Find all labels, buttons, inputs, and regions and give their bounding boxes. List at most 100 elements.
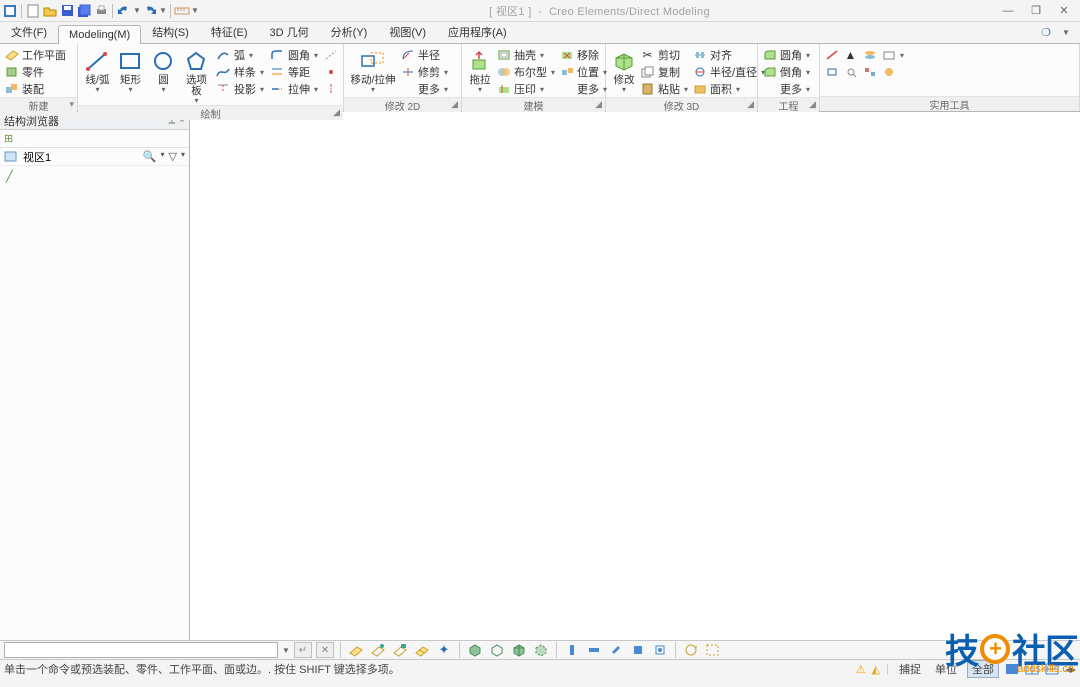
tab-analysis[interactable]: 分析(Y) — [320, 20, 379, 43]
shell-button[interactable]: 抽壳▾ — [496, 47, 555, 63]
move-stretch-button[interactable]: 移动/拉伸▾ — [348, 46, 398, 94]
util-tool6-icon[interactable] — [881, 64, 904, 80]
axis-center-icon[interactable] — [651, 641, 669, 659]
util-tool1-icon[interactable] — [824, 47, 839, 63]
new-workplane-button[interactable]: 工作平面 — [4, 47, 66, 63]
modify3d-button[interactable]: 修改▾ — [610, 46, 638, 94]
more2d-button[interactable]: 更多▾ — [400, 81, 448, 97]
new-icon[interactable] — [25, 3, 41, 19]
util-misc-icon[interactable] — [862, 64, 877, 80]
expand-icon[interactable]: ◢ — [451, 99, 458, 110]
view2-icon[interactable] — [1025, 663, 1039, 675]
wp-sel1-icon[interactable] — [369, 641, 387, 659]
more-model-button[interactable]: 更多▾ — [559, 81, 607, 97]
util-select-icon[interactable]: ▲ — [843, 47, 858, 63]
project-button[interactable]: 投影▾ — [216, 81, 264, 97]
tab-feature[interactable]: 特征(E) — [200, 20, 259, 43]
circle-button[interactable]: 圆▾ — [148, 46, 179, 94]
area-button[interactable]: 面积▾ — [692, 81, 765, 97]
expand-icon[interactable]: ◢ — [333, 107, 340, 118]
arc-button[interactable]: 弧▾ — [216, 47, 264, 63]
expand-icon[interactable]: ◢ — [595, 99, 602, 110]
radius-button[interactable]: 半径 — [400, 47, 448, 63]
view-shaded-icon[interactable] — [466, 641, 484, 659]
open-icon[interactable] — [42, 3, 58, 19]
axis-z-icon[interactable] — [607, 641, 625, 659]
save-all-icon[interactable] — [76, 3, 92, 19]
status-warn-icon[interactable]: ⚠ — [856, 663, 866, 676]
centerline-icon[interactable] — [324, 81, 339, 97]
util-layer-icon[interactable] — [862, 47, 877, 63]
all-button[interactable]: 全部 — [967, 660, 999, 678]
cut3d-button[interactable]: ✂剪切 — [640, 47, 688, 63]
view-wire-icon[interactable] — [488, 641, 506, 659]
find-icon[interactable]: 🔍 — [143, 150, 157, 163]
boolean-button[interactable]: 布尔型▾ — [496, 64, 555, 80]
remove-button[interactable]: 移除 — [559, 47, 607, 63]
app-menu-icon[interactable] — [2, 3, 18, 19]
extend-button[interactable]: 拉伸▾ — [270, 81, 318, 97]
imprint-button[interactable]: 压印▾ — [496, 81, 555, 97]
line-arc-button[interactable]: 线/弧▾ — [82, 46, 113, 94]
qat-dropdown-icon[interactable]: ▼ — [191, 3, 199, 19]
axis-y-icon[interactable] — [585, 641, 603, 659]
wp-share-icon[interactable]: ✦ — [435, 641, 453, 659]
wp-toggle-icon[interactable] — [347, 641, 365, 659]
help-icon[interactable]: ❍ — [1038, 25, 1054, 39]
view-edges-icon[interactable] — [532, 641, 550, 659]
fillet3d-button[interactable]: 圆角▾ — [762, 47, 810, 63]
paste3d-button[interactable]: 粘贴▾ — [640, 81, 688, 97]
viewport-canvas[interactable] — [190, 112, 1080, 640]
tab-app[interactable]: 应用程序(A) — [437, 20, 518, 43]
radius-diameter-button[interactable]: 半径/直径▾ — [692, 64, 765, 80]
enter-button[interactable]: ↵ — [294, 642, 312, 658]
status-warn2-icon[interactable]: ◭ — [872, 663, 880, 676]
wp-grid-icon[interactable] — [413, 641, 431, 659]
expand-icon[interactable]: ▾ — [69, 99, 74, 110]
unit-button[interactable]: 单位 — [931, 661, 961, 677]
print-icon[interactable] — [93, 3, 109, 19]
view-hidden-icon[interactable] — [510, 641, 528, 659]
axis-free-icon[interactable] — [629, 641, 647, 659]
view1-icon[interactable] — [1005, 663, 1019, 675]
more-eng-button[interactable]: 更多▾ — [762, 81, 810, 97]
chamfer-button[interactable]: 倒角▾ — [762, 64, 810, 80]
tab-modeling[interactable]: Modeling(M) — [58, 25, 141, 44]
command-input[interactable] — [4, 642, 278, 658]
palette-button[interactable]: 选项板▾ — [181, 46, 212, 105]
util-probe-icon[interactable] — [843, 64, 858, 80]
nav-collapse-icon[interactable]: ◂▸ — [1065, 663, 1076, 676]
util-tool2-icon[interactable] — [824, 64, 839, 80]
dyn-zoom-icon[interactable] — [704, 641, 722, 659]
copy3d-button[interactable]: 复制 — [640, 64, 688, 80]
close-icon[interactable]: ✕ — [1056, 4, 1072, 18]
pull-button[interactable]: 拖拉▾ — [466, 46, 494, 94]
minimize-icon[interactable]: — — [1000, 4, 1016, 18]
collapse-ribbon-icon[interactable]: ▼ — [1058, 25, 1074, 39]
rectangle-button[interactable]: 矩形▾ — [115, 46, 146, 94]
new-assembly-button[interactable]: 装配 — [4, 81, 66, 97]
undo-dropdown-icon[interactable]: ▼ — [133, 3, 141, 19]
tab-3dgeom[interactable]: 3D 几何 — [259, 20, 320, 43]
util-tool5-icon[interactable]: ▾ — [881, 47, 904, 63]
dyn-rotate-icon[interactable] — [682, 641, 700, 659]
tree-root-icon[interactable]: ╱ — [6, 171, 13, 183]
position-button[interactable]: 位置▾ — [559, 64, 607, 80]
wp-sel2-icon[interactable] — [391, 641, 409, 659]
axis-x-icon[interactable] — [563, 641, 581, 659]
offset-button[interactable]: 等距 — [270, 64, 318, 80]
spline-button[interactable]: 样条▾ — [216, 64, 264, 80]
undo-icon[interactable] — [116, 3, 132, 19]
cancel-button[interactable]: ✕ — [316, 642, 334, 658]
redo-icon[interactable] — [142, 3, 158, 19]
point-icon[interactable] — [324, 64, 339, 80]
measure-icon[interactable] — [174, 3, 190, 19]
fillet2d-button[interactable]: 圆角▾ — [270, 47, 318, 63]
tree-expand-icon[interactable]: ⊞ — [4, 132, 13, 145]
viewport-row[interactable]: 视区1 🔍▾▽▾ — [0, 148, 189, 166]
tab-structure[interactable]: 结构(S) — [141, 20, 200, 43]
align-button[interactable]: 对齐 — [692, 47, 765, 63]
expand-icon[interactable]: ◢ — [809, 99, 816, 110]
expand-icon[interactable]: ◢ — [747, 99, 754, 110]
new-part-button[interactable]: 零件 — [4, 64, 66, 80]
